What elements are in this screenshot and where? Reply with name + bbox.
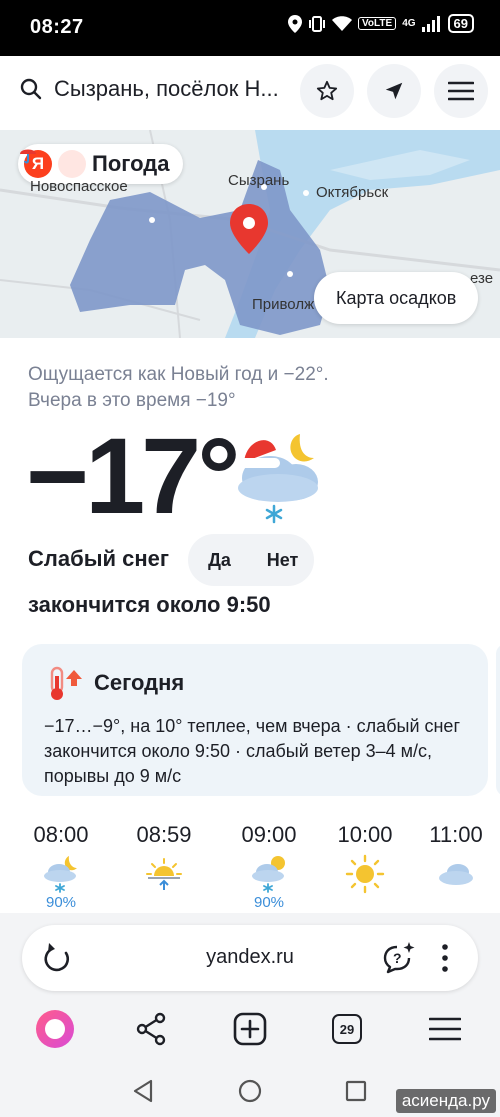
search-icon [20,78,42,100]
yes-button[interactable]: Да [188,550,251,571]
menu-button[interactable] [434,64,488,118]
battery-icon: 69 [447,14,474,33]
city-name: Сызрань, посёлок Н... [54,76,279,101]
map-label-novospasskoe: Новоспасское [30,178,128,195]
today-title: Сегодня [94,670,185,695]
current-temperature: −17° [26,415,240,536]
precip-probability: 90% [253,894,285,911]
system-navigation-bar: асиенда.ру [0,1063,500,1117]
condition-text: Слабый снег [28,546,170,571]
share-button[interactable] [131,1009,171,1049]
cloud-icon [439,864,473,885]
share-icon [136,1012,166,1046]
hour-time: 10:00 [337,822,393,847]
hamburger-icon [429,1017,461,1041]
hour-item[interactable]: 11:00 [411,822,500,894]
umbrella-icon [20,149,86,178]
signal-icon [421,15,440,32]
feels-like-text: Ощущается как Новый год и −22°. Вчера в … [28,362,329,414]
hour-time: 08:00 [33,822,89,847]
browser-bottom-bar: yandex.ru ? 29 [0,913,500,1063]
volte-badge: VoLTE [358,17,397,30]
location-status-icon [288,14,302,33]
map-label-syzran: Сызрань [228,172,290,189]
tabs-button[interactable]: 29 [327,1009,367,1049]
cloud-moon-snow-santa-icon [236,434,318,524]
status-time: 08:27 [30,16,84,38]
next-card-peek[interactable] [496,644,500,796]
star-icon [316,80,338,101]
network-type-label: 4G [402,18,416,29]
sunrise-icon [146,858,182,890]
address-bar[interactable]: yandex.ru ? [22,925,478,991]
favorite-button[interactable] [300,64,354,118]
map-label-privolzhye: Приволж [252,296,315,313]
hour-item[interactable]: 08:00 90% [16,822,106,911]
header: Сызрань, посёлок Н... [0,56,500,130]
browser-toolbar: 29 [0,1009,500,1049]
alice-button[interactable] [35,1009,75,1049]
wifi-icon [332,15,352,31]
sun-icon [345,854,385,894]
thermometer-up-icon [50,666,82,700]
ends-at-text: закончится около 9:50 [28,592,271,617]
yesterday-line: Вчера в это время −19° [28,390,236,411]
browser-menu-button[interactable] [425,1009,465,1049]
hour-item[interactable]: 08:59 [119,822,209,894]
more-vertical-icon[interactable] [440,943,450,973]
today-summary-card[interactable]: Сегодня −17…−9°, на 10° теплее, чем вчер… [22,644,488,796]
cloud-sun-snow-icon [252,856,285,893]
home-icon[interactable] [238,1079,262,1103]
precipitation-map-button[interactable]: Карта осадков [314,272,479,324]
recents-icon[interactable] [345,1080,367,1102]
weather-content: Ощущается как Новый год и −22°. Вчера в … [0,338,500,913]
hour-item[interactable]: 10:00 [320,822,410,894]
ai-chat-icon[interactable]: ? [382,941,416,975]
map-label-oktyabrsk: Октябрьск [316,184,389,201]
alice-icon [36,1010,74,1048]
status-icons: VoLTE 4G 69 [288,14,474,33]
svg-text:?: ? [393,950,402,966]
precipitation-map[interactable]: Я Погода Новоспасское Сызрань Октябрьск … [0,130,500,338]
today-description: −17…−9°, на 10° теплее, чем вчера · слаб… [44,716,461,786]
feels-like-line: Ощущается как Новый год и −22°. [28,364,329,385]
feedback-toggle: Да Нет [188,534,314,586]
plus-square-icon [233,1012,267,1046]
brand-title: Погода [92,151,170,176]
precip-probability: 90% [45,894,77,911]
location-search[interactable]: Сызрань, посёлок Н... [20,76,279,102]
no-button[interactable]: Нет [251,550,314,571]
hour-item[interactable]: 09:00 90% [224,822,314,911]
status-bar: 08:27 VoLTE 4G 69 [0,0,500,56]
my-location-button[interactable] [367,64,421,118]
hour-time: 11:00 [429,822,483,847]
watermark: асиенда.ру [395,1089,496,1113]
back-icon[interactable] [132,1079,154,1103]
cloud-moon-snow-icon [44,856,77,893]
new-tab-button[interactable] [230,1009,270,1049]
vibrate-icon [309,15,325,32]
hour-time: 08:59 [136,822,192,847]
hourly-forecast[interactable]: 08:00 90% 08:59 09:00 90% 10:00 11:00 [0,822,500,913]
tabs-count-icon: 29 [332,1014,362,1044]
hamburger-icon [448,81,474,101]
navigation-arrow-icon [385,82,403,100]
hour-time: 09:00 [241,822,297,847]
